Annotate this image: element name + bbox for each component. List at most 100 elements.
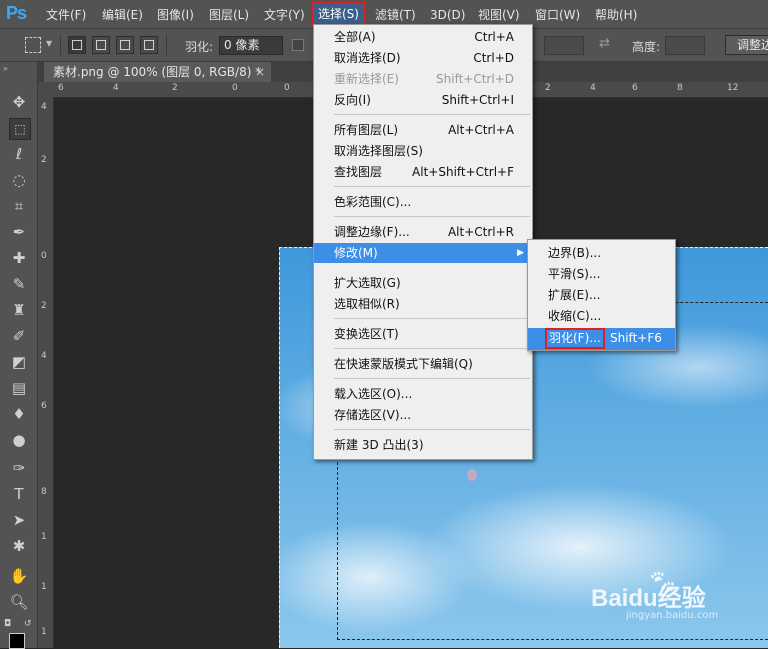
submenu-item-border[interactable]: 边界(B)... — [528, 243, 675, 263]
ruler-tick-label: 1 — [41, 582, 47, 592]
menu-item-label: 在快速蒙版模式下编辑(Q) — [334, 357, 473, 371]
menu-3d[interactable]: 3D(D) — [430, 6, 465, 24]
subtract-selection-icon[interactable] — [116, 36, 134, 54]
menu-item-label: 反向(I) — [334, 93, 371, 107]
ruler-tick-label: 12 — [727, 83, 739, 93]
menu-filter[interactable]: 滤镜(T) — [375, 6, 416, 24]
menu-item-find-layers[interactable]: 查找图层 Alt+Shift+Ctrl+F — [314, 162, 532, 182]
submenu-item-label: 羽化(F)... — [545, 328, 605, 349]
menu-item-shortcut: Shift+Ctrl+D — [436, 72, 514, 86]
menu-item-label: 取消选择(D) — [334, 51, 401, 65]
document-tab[interactable]: 素材.png @ 100% (图层 0, RGB/8) * × — [44, 62, 271, 82]
default-colors-icon[interactable]: ◘ — [4, 619, 11, 629]
height-input[interactable] — [665, 36, 705, 55]
gradient-tool-icon[interactable]: ▤ — [9, 378, 29, 398]
pen-tool-icon[interactable]: ✑ — [9, 458, 29, 478]
modify-submenu: 边界(B)... 平滑(S)... 扩展(E)... 收缩(C)... 羽化(F… — [527, 239, 676, 351]
menu-image[interactable]: 图像(I) — [157, 6, 194, 24]
menu-item-new-3d-extrusion[interactable]: 新建 3D 凸出(3) — [314, 435, 532, 455]
type-tool-icon[interactable]: T — [9, 484, 29, 504]
feather-label: 羽化: — [185, 40, 214, 54]
menu-item-similar[interactable]: 选取相似(R) — [314, 294, 532, 314]
preset-dropdown-icon[interactable]: ▼ — [46, 39, 52, 48]
select-menu-dropdown: 全部(A) Ctrl+A 取消选择(D) Ctrl+D 重新选择(E) Shift+C… — [313, 24, 533, 460]
ruler-tick-label: 8 — [677, 83, 683, 93]
submenu-item-feather[interactable]: 羽化(F)... Shift+F6 — [528, 328, 675, 350]
menu-item-inverse[interactable]: 反向(I) Shift+Ctrl+I — [314, 90, 532, 110]
menu-layer[interactable]: 图层(L) — [209, 6, 249, 24]
vertical-ruler[interactable]: 4 2 0 2 4 6 8 1 1 1 — [38, 97, 54, 648]
menu-item-label: 载入选区(O)... — [334, 387, 413, 401]
menu-item-save-selection[interactable]: 存储选区(V)... — [314, 405, 532, 425]
history-brush-tool-icon[interactable]: ✐ — [9, 326, 29, 346]
crop-tool-icon[interactable]: ⌗ — [9, 196, 29, 216]
menu-edit[interactable]: 编辑(E) — [102, 6, 143, 24]
menu-item-deselect[interactable]: 取消选择(D) Ctrl+D — [314, 48, 532, 68]
ruler-tick-label: 6 — [58, 83, 64, 93]
menu-item-label: 变换选区(T) — [334, 327, 399, 341]
menu-file[interactable]: 文件(F) — [46, 6, 86, 24]
refine-edge-button[interactable]: 调整边 — [725, 35, 768, 55]
eraser-tool-icon[interactable]: ◩ — [9, 352, 29, 372]
menu-item-quick-mask[interactable]: 在快速蒙版模式下编辑(Q) — [314, 354, 532, 374]
shape-tool-icon[interactable]: ✱ — [9, 536, 29, 556]
swap-dimensions-icon[interactable]: ⇄ — [599, 36, 610, 51]
menu-item-grow[interactable]: 扩大选取(G) — [314, 273, 532, 293]
ruler-tick-label: 4 — [41, 351, 47, 361]
close-tab-icon[interactable]: × — [255, 62, 265, 82]
rect-marquee-tool-icon[interactable]: ⬚ — [9, 118, 31, 140]
menu-divider — [334, 186, 530, 187]
foreground-color-swatch[interactable] — [9, 633, 25, 649]
swap-colors-icon[interactable]: ↺ — [24, 619, 32, 629]
ruler-tick-label: 0 — [41, 251, 47, 261]
divider — [60, 35, 61, 55]
zoom-tool-icon[interactable]: 🔍︎ — [9, 592, 29, 612]
healing-brush-tool-icon[interactable]: ✚ — [9, 248, 29, 268]
menu-item-transform-selection[interactable]: 变换选区(T) — [314, 324, 532, 344]
ruler-tick-label: 0 — [284, 83, 290, 93]
submenu-item-label: 边界(B)... — [548, 246, 602, 260]
menu-item-select-all[interactable]: 全部(A) Ctrl+A — [314, 27, 532, 47]
brush-tool-icon[interactable]: ✎ — [9, 274, 29, 294]
menu-item-label: 色彩范围(C)... — [334, 195, 412, 209]
menu-item-color-range[interactable]: 色彩范围(C)... — [314, 192, 532, 212]
path-select-tool-icon[interactable]: ➤ — [9, 510, 29, 530]
dodge-tool-icon[interactable]: ● — [9, 430, 29, 450]
menu-item-shortcut: Shift+Ctrl+I — [441, 93, 514, 107]
width-input[interactable] — [544, 36, 584, 55]
menu-item-deselect-layers[interactable]: 取消选择图层(S) — [314, 141, 532, 161]
submenu-item-smooth[interactable]: 平滑(S)... — [528, 264, 675, 284]
submenu-item-expand[interactable]: 扩展(E)... — [528, 285, 675, 305]
hand-tool-icon[interactable]: ✋ — [9, 566, 29, 586]
menu-view[interactable]: 视图(V) — [478, 6, 520, 24]
menu-item-shortcut: Ctrl+D — [473, 51, 514, 65]
menu-item-label: 查找图层 — [334, 165, 383, 179]
menu-item-load-selection[interactable]: 载入选区(O)... — [314, 384, 532, 404]
menu-item-refine-edge[interactable]: 调整边缘(F)... Alt+Ctrl+R — [314, 222, 532, 242]
clone-stamp-tool-icon[interactable]: ♜ — [9, 300, 29, 320]
menu-type[interactable]: 文字(Y) — [264, 6, 305, 24]
move-tool-icon[interactable]: ✥ — [9, 92, 29, 112]
submenu-item-contract[interactable]: 收缩(C)... — [528, 306, 675, 326]
menu-divider — [334, 114, 530, 115]
blur-tool-icon[interactable]: ♦ — [9, 404, 29, 424]
add-selection-icon[interactable] — [92, 36, 110, 54]
intersect-selection-icon[interactable] — [140, 36, 158, 54]
quick-select-tool-icon[interactable]: ◌ — [9, 170, 29, 190]
menu-select[interactable]: 选择(S) — [312, 2, 365, 26]
eyedropper-tool-icon[interactable]: ✒ — [9, 222, 29, 242]
watermark-url: jingyan.baidu.com — [626, 610, 719, 621]
lasso-tool-icon[interactable]: ℓ — [9, 144, 29, 164]
feather-input[interactable]: 0 像素 — [219, 36, 283, 55]
rect-marquee-preset-icon[interactable] — [25, 37, 41, 53]
menu-window[interactable]: 窗口(W) — [535, 6, 580, 24]
anti-alias-checkbox[interactable] — [292, 39, 304, 51]
ruler-tick-label: 2 — [41, 301, 47, 311]
new-selection-icon[interactable] — [68, 36, 86, 54]
panel-grip-icon[interactable]: » — [3, 64, 9, 73]
menu-item-all-layers[interactable]: 所有图层(L) Alt+Ctrl+A — [314, 120, 532, 140]
menu-divider — [334, 378, 530, 379]
menu-help[interactable]: 帮助(H) — [595, 6, 637, 24]
submenu-item-label: 收缩(C)... — [548, 309, 602, 323]
menu-item-modify[interactable]: 修改(M) ▶ — [314, 243, 532, 263]
